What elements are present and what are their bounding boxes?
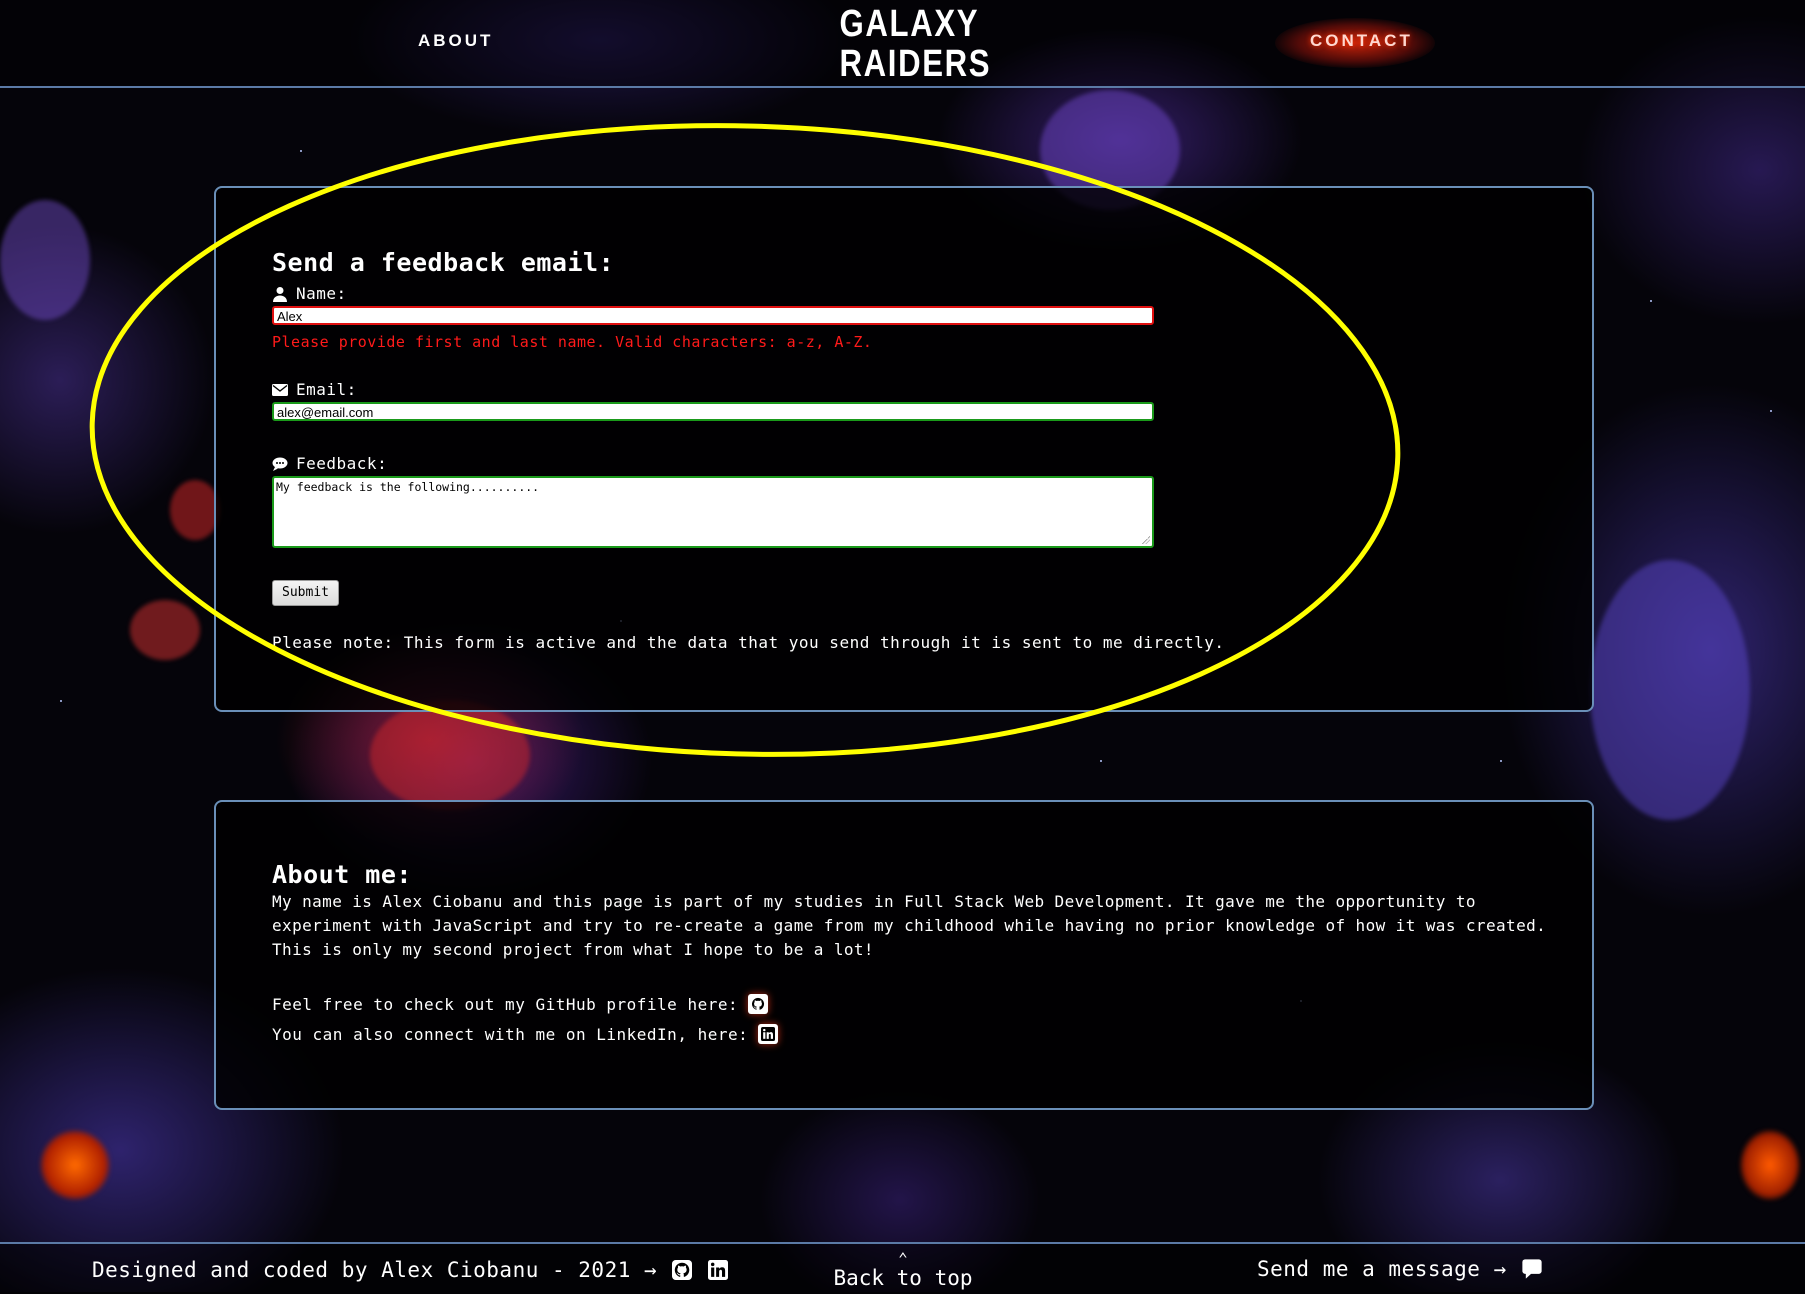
feedback-textarea[interactable]: My feedback is the following..........: [272, 476, 1154, 548]
email-label-text: Email:: [296, 380, 357, 399]
email-input[interactable]: alex@email.com: [272, 402, 1154, 421]
nav-contact-link[interactable]: CONTACT: [1310, 31, 1413, 51]
user-icon: [273, 286, 287, 302]
envelope-icon: [272, 383, 288, 396]
about-title: About me:: [272, 860, 412, 889]
footer-github-icon[interactable]: [671, 1259, 693, 1281]
chevron-up-icon: ⌃: [898, 1249, 908, 1268]
name-input[interactable]: Alex: [272, 306, 1154, 325]
footer-credit-text: Designed and coded by Alex Ciobanu - 202…: [92, 1258, 658, 1282]
send-message-link[interactable]: Send me a message →: [1257, 1257, 1543, 1281]
name-label-text: Name:: [296, 284, 347, 303]
back-to-top-link[interactable]: ⌃ Back to top: [833, 1249, 973, 1291]
site-logo[interactable]: GALAXY RAIDERS: [839, 3, 992, 85]
linkedin-line: You can also connect with me on LinkedIn…: [272, 1024, 779, 1044]
github-line: Feel free to check out my GitHub profile…: [272, 994, 769, 1014]
back-to-top-text: Back to top: [833, 1266, 973, 1290]
form-note: Please note: This form is active and the…: [272, 633, 1225, 652]
about-panel: About me: My name is Alex Ciobanu and th…: [214, 800, 1594, 1110]
resize-handle-icon[interactable]: [1142, 536, 1150, 544]
github-icon[interactable]: [748, 994, 769, 1014]
submit-button[interactable]: Submit: [272, 580, 339, 606]
email-label: Email:: [272, 380, 357, 399]
name-label: Name:: [272, 284, 347, 303]
message-icon[interactable]: [1521, 1258, 1543, 1280]
site-header: ABOUT GALAXY RAIDERS CONTACT: [0, 0, 1805, 88]
send-message-text: Send me a message →: [1257, 1257, 1507, 1281]
comment-icon: [272, 457, 288, 471]
name-error-message: Please provide first and last name. Vali…: [272, 333, 873, 351]
nav-about-link[interactable]: ABOUT: [418, 31, 493, 51]
form-title: Send a feedback email:: [272, 248, 615, 277]
linkedin-text: You can also connect with me on LinkedIn…: [272, 1024, 749, 1044]
feedback-form-panel: Send a feedback email: Name: Alex Please…: [214, 186, 1594, 712]
feedback-text: My feedback is the following..........: [276, 480, 540, 494]
footer-linkedin-icon[interactable]: [707, 1259, 729, 1281]
about-paragraph: My name is Alex Ciobanu and this page is…: [272, 892, 1547, 959]
github-text: Feel free to check out my GitHub profile…: [272, 994, 739, 1014]
linkedin-icon[interactable]: [758, 1024, 779, 1044]
footer-credit: Designed and coded by Alex Ciobanu - 202…: [92, 1258, 729, 1282]
logo-line-1: GALAXY: [839, 3, 980, 45]
site-footer: Designed and coded by Alex Ciobanu - 202…: [0, 1242, 1805, 1294]
feedback-label-text: Feedback:: [296, 454, 388, 473]
feedback-label: Feedback:: [272, 454, 387, 473]
logo-line-2: RAIDERS: [839, 43, 992, 85]
